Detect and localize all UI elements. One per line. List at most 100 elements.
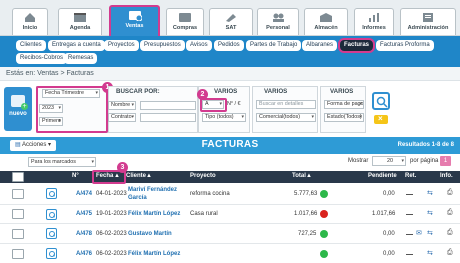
- chevron-down-icon: ▾: [359, 114, 362, 120]
- search-field-select-1[interactable]: Nombre ▾: [108, 101, 136, 110]
- module-label: Informes: [362, 25, 386, 31]
- per-page-label: por página: [410, 158, 439, 164]
- varios-select-tipo[interactable]: Tipo (todos) ▾: [202, 113, 246, 122]
- module-compras[interactable]: Compras: [166, 8, 204, 35]
- client-name[interactable]: Félix Martín López: [128, 251, 180, 257]
- module-administracion[interactable]: Administración: [400, 8, 456, 35]
- row-checkbox[interactable]: [12, 189, 24, 199]
- submenu-remesas[interactable]: Remesas: [64, 53, 98, 64]
- search-details-input[interactable]: Buscar en detalles: [256, 100, 316, 109]
- view-details-icon[interactable]: [46, 209, 57, 220]
- clear-filters-button[interactable]: [374, 114, 388, 124]
- invoice-number[interactable]: A/475: [76, 211, 92, 217]
- payment-icon[interactable]: ⇆: [427, 189, 433, 197]
- submenu-bar: Clientes Entregas a cuenta Proyectos Pre…: [0, 36, 460, 67]
- varios-title-2: VARIOS: [264, 88, 288, 95]
- results-title: FACTURAS: [201, 139, 259, 150]
- row-checkbox[interactable]: [12, 209, 24, 219]
- select-all-checkbox[interactable]: [12, 172, 24, 182]
- tools-icon: [226, 14, 236, 22]
- module-informes[interactable]: Informes: [354, 8, 394, 35]
- submenu-albaranes[interactable]: Albaranes: [302, 40, 338, 51]
- search-text-input-2[interactable]: [140, 113, 196, 122]
- view-details-icon[interactable]: [46, 188, 57, 199]
- row-checkbox[interactable]: [12, 249, 24, 259]
- header-num[interactable]: N°: [72, 173, 79, 179]
- retention-dash: [406, 214, 413, 215]
- chevron-down-icon: ▾: [91, 159, 94, 165]
- module-inicio[interactable]: Inicio: [12, 8, 48, 35]
- client-name[interactable]: Gustavo Martín: [128, 231, 172, 237]
- view-details-icon[interactable]: [46, 248, 57, 259]
- table-row[interactable]: A/474 04-01-2023 Mariví Fernández García…: [0, 184, 460, 205]
- people-icon: [273, 13, 284, 22]
- invoice-total: 727,25: [298, 231, 317, 237]
- module-label: SAT: [225, 25, 237, 31]
- payment-method-value: Forma de pago: [327, 101, 364, 107]
- print-icon[interactable]: ⎙: [447, 209, 453, 217]
- payment-method-select[interactable]: Forma de pago ▾: [324, 100, 364, 109]
- search-icon: [376, 96, 388, 108]
- varios-title-1: VARIOS: [214, 88, 238, 95]
- field1-value: Nombre: [111, 102, 131, 108]
- submenu-avisos[interactable]: Avisos: [186, 40, 212, 51]
- search-button[interactable]: [372, 92, 390, 110]
- module-sat[interactable]: SAT: [209, 8, 253, 35]
- invoice-date: 06-02-2023: [96, 251, 127, 257]
- search-field-select-2[interactable]: Contrato ▾: [108, 113, 136, 122]
- module-label: Compras: [172, 25, 198, 31]
- search-text-input-1[interactable]: [140, 101, 196, 110]
- table-row[interactable]: A/475 19-01-2023 Félix Martín López Casa…: [0, 205, 460, 224]
- submenu-partes-de-trabajo[interactable]: Partes de Trabajo: [246, 40, 302, 51]
- chevron-down-icon: ▾: [241, 114, 244, 120]
- status-dot-1: [320, 210, 328, 218]
- submenu-facturas-proforma[interactable]: Facturas Proforma: [376, 40, 434, 51]
- header-cliente[interactable]: Cliente: [126, 173, 146, 179]
- payment-icon[interactable]: ⇆: [427, 229, 433, 237]
- header-total[interactable]: Total: [292, 173, 306, 179]
- client-name[interactable]: Félix Martín López: [128, 211, 180, 217]
- bulk-action-select[interactable]: Para los marcados ▾: [28, 157, 96, 167]
- module-agenda[interactable]: Agenda: [58, 8, 102, 35]
- row-checkbox[interactable]: [12, 229, 24, 239]
- payment-icon[interactable]: ⇆: [427, 249, 433, 257]
- submenu-facturas[interactable]: Facturas: [337, 38, 376, 53]
- invoice-date: 19-01-2023: [96, 211, 127, 217]
- invoice-number[interactable]: A/476: [76, 251, 92, 257]
- invoice-pending: 0,00: [383, 231, 395, 237]
- submenu-entregas-a-cuenta[interactable]: Entregas a cuenta: [48, 40, 105, 51]
- client-name[interactable]: Mariví Fernández García: [128, 186, 182, 202]
- header-proyecto[interactable]: Proyecto: [190, 173, 216, 179]
- page-button[interactable]: 1: [440, 156, 451, 166]
- module-ventas[interactable]: Ventas: [109, 5, 160, 36]
- status-dot-3: [320, 250, 328, 258]
- module-personal[interactable]: Personal: [257, 8, 299, 35]
- submenu-clientes[interactable]: Clientes: [16, 40, 46, 51]
- print-icon[interactable]: ⎙: [447, 189, 453, 197]
- invoice-number[interactable]: A/478: [76, 231, 92, 237]
- payment-icon[interactable]: ⇆: [427, 209, 433, 217]
- invoice-date: 06-02-2023: [96, 231, 127, 237]
- callout-badge-3: 3: [117, 162, 128, 173]
- attachment-icon[interactable]: ✉: [416, 229, 422, 237]
- module-almacen[interactable]: Almacén: [304, 8, 348, 35]
- project-name: Casa rural: [190, 211, 218, 217]
- view-details-icon[interactable]: [46, 228, 57, 239]
- varios1-select2-value: Tipo (todos): [205, 114, 234, 120]
- submenu-pedidos[interactable]: Pedidos: [214, 40, 244, 51]
- print-icon[interactable]: ⎙: [447, 249, 453, 257]
- table-row[interactable]: A/476 06-02-2023 Félix Martín López 0,00…: [0, 244, 460, 263]
- comercial-select[interactable]: Comercial(todos) ▾: [256, 113, 316, 122]
- status-select[interactable]: Estado(Todos) ▾: [324, 113, 364, 122]
- submenu-proyectos[interactable]: Proyectos: [104, 40, 139, 51]
- submenu-recibos-cobros[interactable]: Recibos-Cobros: [16, 53, 68, 64]
- new-invoice-button[interactable]: nuevo: [4, 87, 32, 131]
- print-icon[interactable]: ⎙: [447, 229, 453, 237]
- per-page-select[interactable]: 20 ▾: [372, 156, 406, 166]
- submenu-presupuestos[interactable]: Presupuestos: [140, 40, 185, 51]
- module-label: Inicio: [22, 25, 38, 31]
- sort-up-icon: ▲: [306, 173, 312, 179]
- table-row[interactable]: A/478 06-02-2023 Gustavo Martín 727,25 0…: [0, 224, 460, 244]
- invoice-number[interactable]: A/474: [76, 191, 92, 197]
- chevron-down-icon: ▾: [131, 102, 134, 108]
